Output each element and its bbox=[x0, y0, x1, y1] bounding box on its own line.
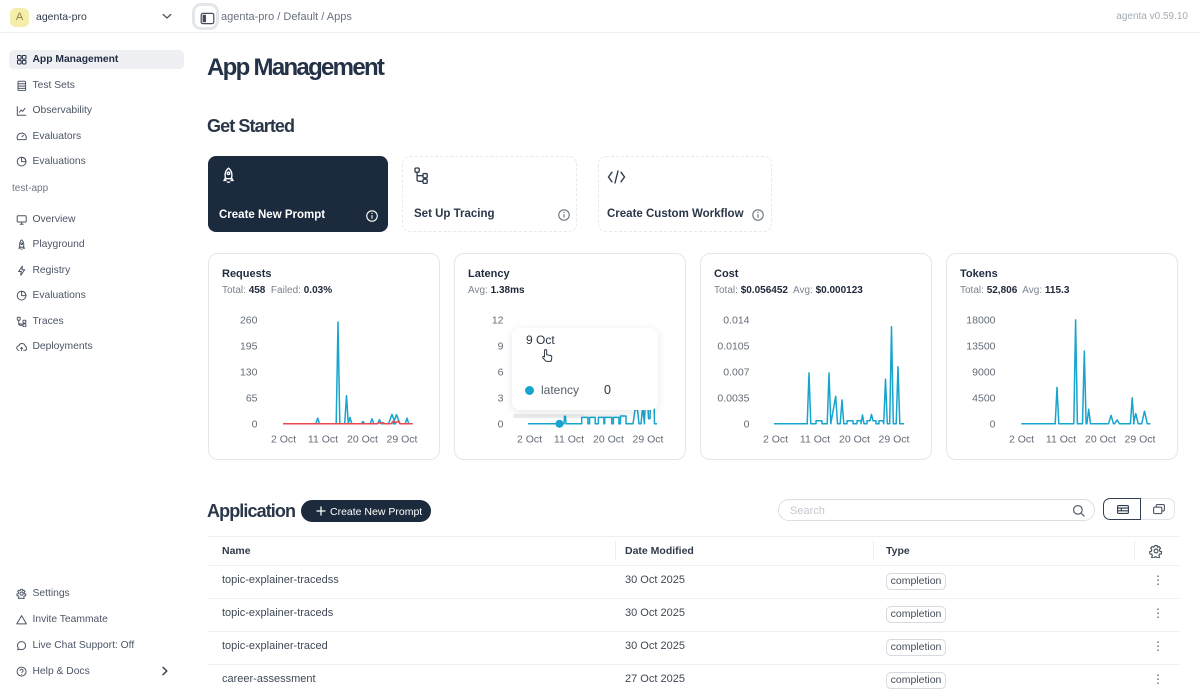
svg-text:20 Oct: 20 Oct bbox=[347, 433, 378, 445]
svg-text:65: 65 bbox=[246, 393, 258, 405]
svg-text:29 Oct: 29 Oct bbox=[1125, 433, 1156, 445]
svg-text:2 Oct: 2 Oct bbox=[271, 433, 296, 445]
svg-text:0.007: 0.007 bbox=[723, 367, 749, 379]
svg-text:0.0105: 0.0105 bbox=[717, 341, 749, 353]
svg-text:6: 6 bbox=[498, 367, 504, 379]
svg-text:9: 9 bbox=[498, 341, 504, 353]
svg-text:195: 195 bbox=[240, 341, 258, 353]
svg-text:2 Oct: 2 Oct bbox=[1009, 433, 1034, 445]
svg-text:29 Oct: 29 Oct bbox=[879, 433, 910, 445]
svg-text:9000: 9000 bbox=[972, 367, 996, 379]
svg-text:0: 0 bbox=[498, 419, 504, 431]
svg-text:11 Oct: 11 Oct bbox=[554, 433, 584, 445]
svg-text:11 Oct: 11 Oct bbox=[1046, 433, 1076, 445]
svg-text:130: 130 bbox=[240, 367, 258, 379]
svg-text:13500: 13500 bbox=[966, 341, 995, 353]
svg-text:2 Oct: 2 Oct bbox=[517, 433, 542, 445]
svg-text:29 Oct: 29 Oct bbox=[387, 433, 418, 445]
svg-text:0: 0 bbox=[990, 419, 996, 431]
svg-text:3: 3 bbox=[498, 393, 504, 405]
svg-text:20 Oct: 20 Oct bbox=[839, 433, 870, 445]
svg-text:11 Oct: 11 Oct bbox=[308, 433, 338, 445]
svg-text:18000: 18000 bbox=[966, 315, 995, 327]
svg-text:4500: 4500 bbox=[972, 393, 996, 405]
svg-text:0.014: 0.014 bbox=[723, 315, 749, 327]
svg-text:0: 0 bbox=[744, 419, 750, 431]
svg-text:12: 12 bbox=[492, 315, 504, 327]
svg-text:2 Oct: 2 Oct bbox=[763, 433, 788, 445]
svg-text:0: 0 bbox=[252, 419, 258, 431]
svg-text:20 Oct: 20 Oct bbox=[593, 433, 624, 445]
svg-text:0.0035: 0.0035 bbox=[717, 393, 749, 405]
svg-text:20 Oct: 20 Oct bbox=[1085, 433, 1116, 445]
svg-text:11 Oct: 11 Oct bbox=[800, 433, 830, 445]
svg-text:260: 260 bbox=[240, 315, 258, 327]
svg-text:29 Oct: 29 Oct bbox=[633, 433, 664, 445]
